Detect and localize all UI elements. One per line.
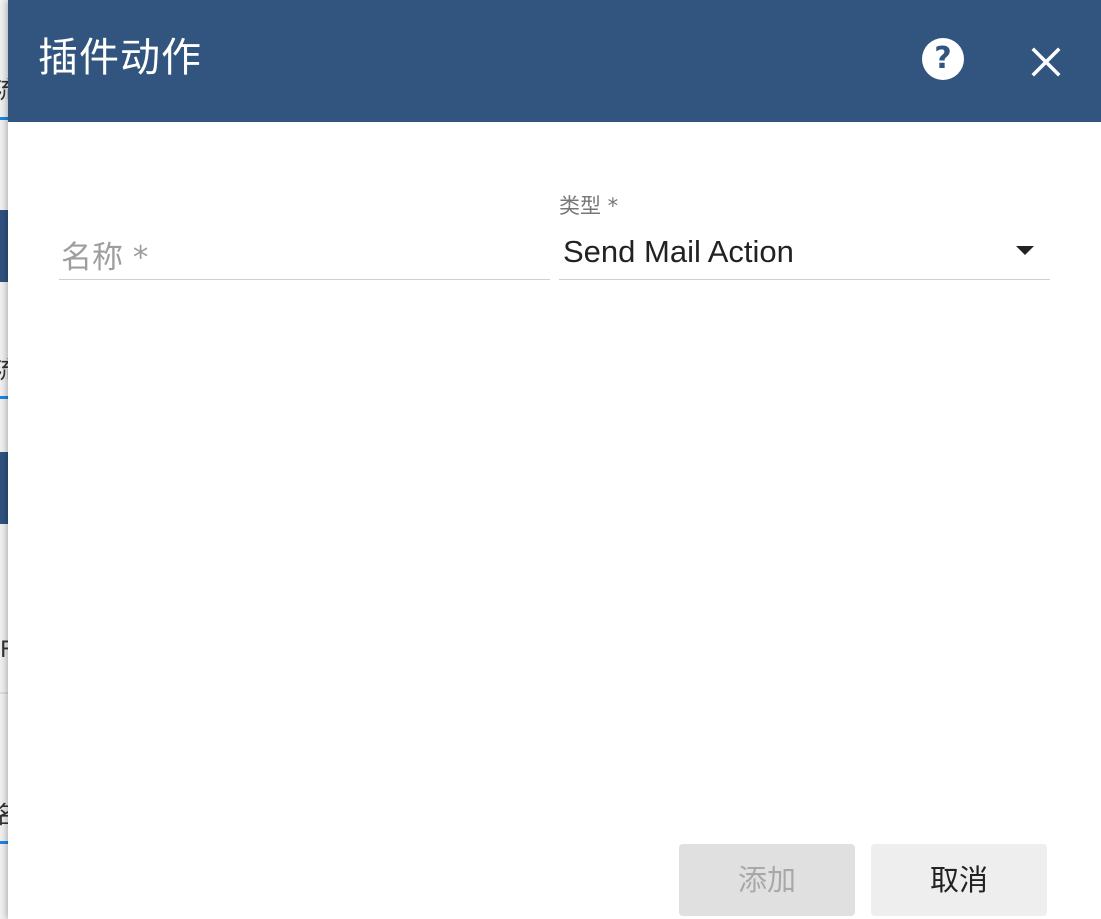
dialog-header: 插件动作 ? bbox=[8, 0, 1101, 122]
dialog-title: 插件动作 bbox=[38, 35, 202, 81]
type-select[interactable]: 类型 * Send Mail Action bbox=[559, 180, 1050, 280]
close-button[interactable] bbox=[1026, 42, 1066, 82]
background-text: 流 bbox=[0, 350, 8, 385]
help-circle-icon: ? bbox=[934, 41, 952, 76]
background-page: 流 流 F 名 bbox=[0, 0, 8, 919]
cancel-button[interactable]: 取消 bbox=[871, 844, 1047, 916]
background-divider bbox=[0, 117, 8, 120]
type-select-value: Send Mail Action bbox=[563, 234, 794, 269]
close-icon bbox=[1031, 47, 1061, 77]
background-text: F bbox=[0, 638, 8, 663]
background-header-bar bbox=[0, 452, 8, 524]
background-divider bbox=[0, 396, 8, 399]
add-button[interactable]: 添加 bbox=[679, 844, 855, 916]
type-select-underline bbox=[559, 279, 1050, 280]
name-field-underline bbox=[59, 279, 550, 280]
background-header-bar bbox=[0, 210, 8, 282]
background-text: 流 bbox=[0, 70, 8, 105]
name-field-label: 名称 * bbox=[61, 240, 149, 276]
type-select-label: 类型 * bbox=[559, 194, 619, 218]
plugin-action-dialog: 插件动作 ? 名称 * 类型 * Send Mail Action 添加 取消 bbox=[8, 0, 1101, 919]
background-divider bbox=[0, 841, 8, 844]
help-button[interactable]: ? bbox=[922, 38, 964, 80]
background-divider bbox=[0, 692, 8, 694]
dropdown-arrow-icon[interactable] bbox=[1016, 246, 1034, 255]
name-field[interactable]: 名称 * bbox=[59, 180, 550, 280]
background-text: 名 bbox=[0, 795, 8, 830]
